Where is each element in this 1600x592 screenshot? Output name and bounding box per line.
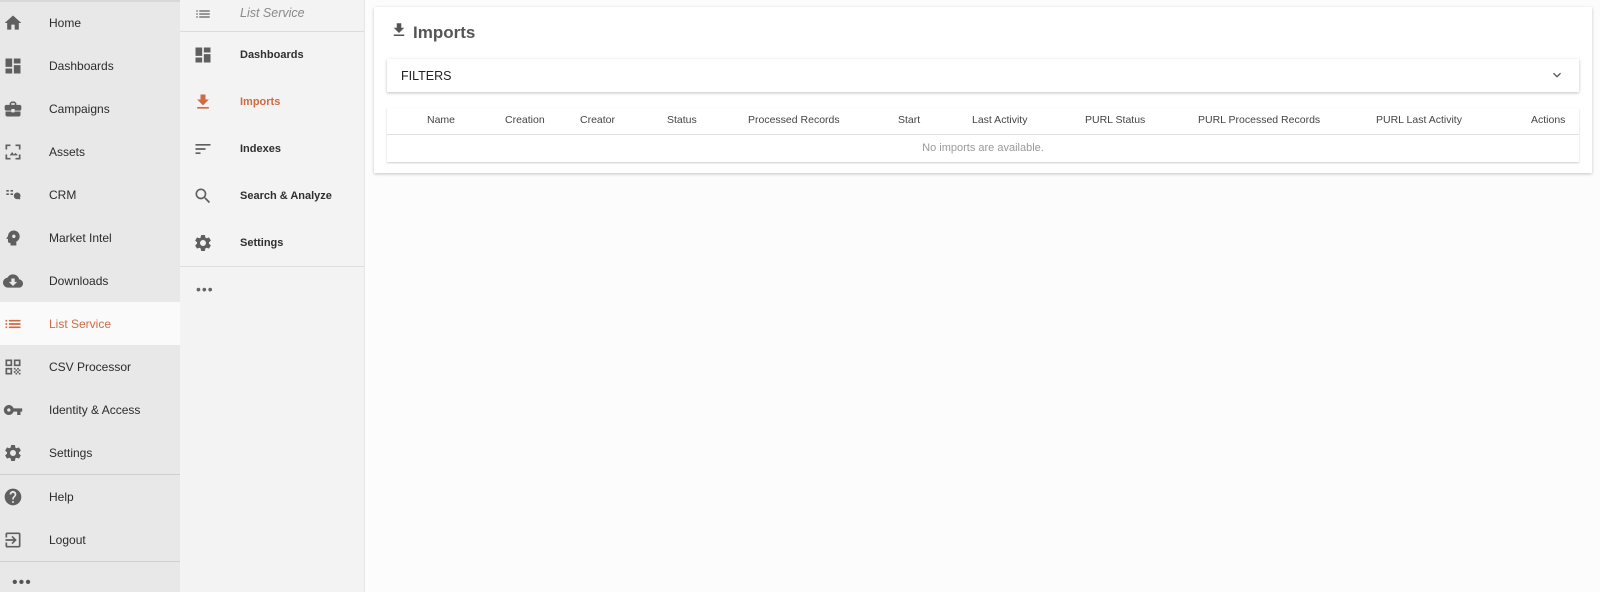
nav-item-settings[interactable]: Settings <box>0 431 180 474</box>
nav-item-label: Dashboards <box>49 58 114 73</box>
subnav-item-label: Settings <box>240 237 284 249</box>
more-icon[interactable]: ••• <box>196 281 214 297</box>
filters-label: FILTERS <box>401 68 452 83</box>
cloud-download-icon <box>0 268 26 294</box>
nav-item-home[interactable]: Home <box>0 1 180 44</box>
nav-item-label: Home <box>49 15 82 30</box>
nav-item-label: List Service <box>49 316 112 331</box>
help-icon <box>0 484 26 510</box>
column-header-purl-last-activity[interactable]: PURL Last Activity <box>1376 114 1462 126</box>
qr-icon <box>0 354 26 380</box>
empty-message: No imports are available. <box>922 142 1044 154</box>
nav-item-market-intel[interactable]: Market Intel <box>0 216 180 259</box>
subnav-item-settings[interactable]: Settings <box>180 220 364 266</box>
primary-sidebar: Home Dashboards Campaigns Assets CRM Mar… <box>0 0 180 592</box>
divider <box>180 266 364 267</box>
list-icon <box>0 311 26 337</box>
column-header-actions: Actions <box>1531 114 1566 126</box>
column-header-purl-processed-records[interactable]: PURL Processed Records <box>1198 114 1320 126</box>
nav-item-campaigns[interactable]: Campaigns <box>0 87 180 130</box>
section-title: List Service <box>240 6 305 20</box>
gear-icon <box>193 233 213 258</box>
page-title: Imports <box>390 21 475 44</box>
nav-item-label: Market Intel <box>49 230 112 245</box>
logout-icon <box>0 527 26 553</box>
list-icon[interactable] <box>194 5 212 28</box>
column-header-status[interactable]: Status <box>667 114 697 126</box>
chevron-down-icon[interactable] <box>1549 67 1565 88</box>
nav-item-csv-processor[interactable]: CSV Processor <box>0 345 180 388</box>
nav-item-label: CRM <box>49 187 77 202</box>
nav-item-crm[interactable]: CRM <box>0 173 180 216</box>
subnav-item-search-analyze[interactable]: Search & Analyze <box>180 173 364 219</box>
nav-item-logout[interactable]: Logout <box>0 518 180 561</box>
crm-icon <box>0 182 26 208</box>
subnav-item-dashboards[interactable]: Dashboards <box>180 32 364 78</box>
key-icon <box>0 397 26 423</box>
sort-icon <box>193 139 213 164</box>
imports-table: Name Creation Creator Status Processed R… <box>387 108 1579 162</box>
nav-item-downloads[interactable]: Downloads <box>0 259 180 302</box>
nav-item-help[interactable]: Help <box>0 475 180 518</box>
secondary-sidebar: List Service Dashboards Imports Indexes … <box>180 0 365 592</box>
nav-item-label: Campaigns <box>49 101 110 116</box>
nav-item-dashboards[interactable]: Dashboards <box>0 44 180 87</box>
section-header: List Service <box>180 0 364 32</box>
subnav-item-label: Search & Analyze <box>240 190 332 202</box>
download-icon <box>390 21 408 44</box>
nav-item-label: Logout <box>49 532 86 547</box>
table-header: Name Creation Creator Status Processed R… <box>387 108 1579 135</box>
column-header-processed-records[interactable]: Processed Records <box>748 114 840 126</box>
head-icon <box>0 225 26 251</box>
column-header-purl-status[interactable]: PURL Status <box>1085 114 1145 126</box>
more-icon[interactable]: ••• <box>12 574 32 592</box>
column-header-start[interactable]: Start <box>898 114 920 126</box>
briefcase-icon <box>0 96 26 122</box>
dashboard-icon <box>0 53 26 79</box>
nav-item-assets[interactable]: Assets <box>0 130 180 173</box>
filters-panel[interactable]: FILTERS <box>387 59 1579 92</box>
column-header-creator[interactable]: Creator <box>580 114 615 126</box>
nav-item-label: Downloads <box>49 273 109 288</box>
home-icon <box>0 10 26 36</box>
nav-item-label: CSV Processor <box>49 359 132 374</box>
subnav-item-label: Imports <box>240 96 281 108</box>
nav-item-identity-access[interactable]: Identity & Access <box>0 388 180 431</box>
page-title-text: Imports <box>413 22 476 42</box>
subnav-item-label: Indexes <box>240 143 281 155</box>
gear-icon <box>0 440 26 466</box>
nav-item-label: Help <box>49 489 74 504</box>
nav-item-list-service[interactable]: List Service <box>0 302 180 345</box>
subnav-item-indexes[interactable]: Indexes <box>180 126 364 172</box>
nav-item-label: Assets <box>49 144 86 159</box>
search-icon <box>193 186 213 211</box>
assets-icon <box>0 139 26 165</box>
dashboard-icon <box>193 45 213 70</box>
download-icon <box>193 92 213 117</box>
imports-card: Imports FILTERS Name Creation Creator St… <box>374 7 1592 173</box>
subnav-item-imports[interactable]: Imports <box>180 79 364 125</box>
nav-item-label: Settings <box>49 445 93 460</box>
column-header-last-activity[interactable]: Last Activity <box>972 114 1027 126</box>
divider <box>0 561 180 562</box>
subnav-item-label: Dashboards <box>240 49 304 61</box>
column-header-creation[interactable]: Creation <box>505 114 545 126</box>
column-header-name[interactable]: Name <box>427 114 455 126</box>
nav-item-label: Identity & Access <box>49 402 141 417</box>
